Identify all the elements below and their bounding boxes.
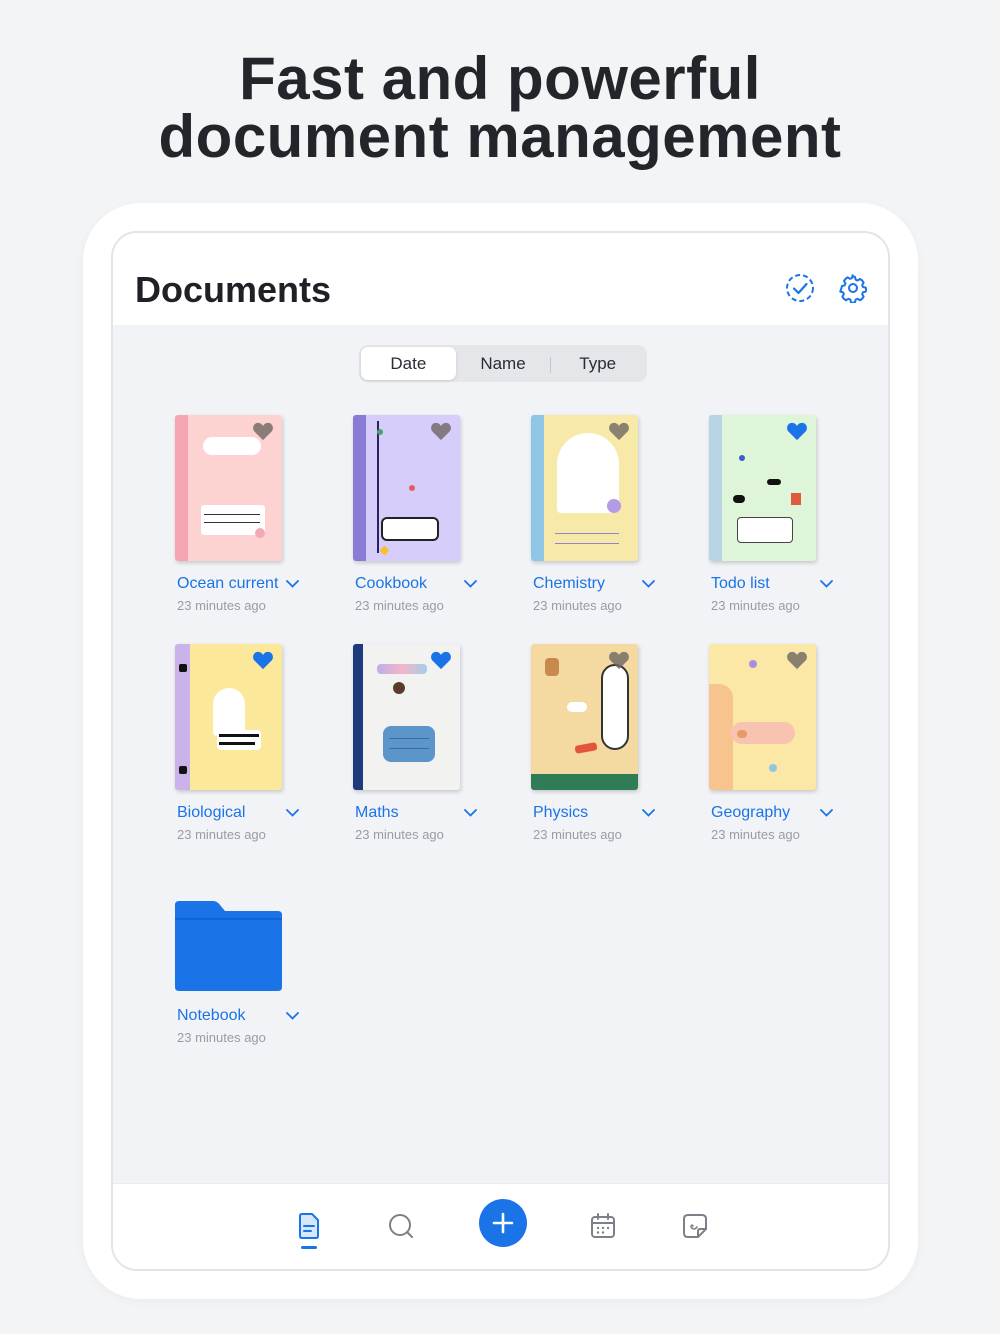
heart-icon[interactable] [252,650,274,670]
document-label-row: Physics [533,804,655,822]
headline: Fast and powerful document management [0,45,1000,170]
heart-icon[interactable] [252,421,274,441]
headline-line-2: document management [158,103,842,170]
page-title: Documents [135,269,332,310]
folder-label-row: Notebook [177,1007,299,1025]
chevron-down-icon[interactable] [285,806,299,820]
notebook-cover [353,415,460,561]
document-name[interactable]: Ocean current [177,575,278,593]
active-tab-indicator [301,1246,317,1249]
chevron-down-icon[interactable] [641,577,655,591]
document-timestamp: 23 minutes ago [533,598,622,613]
top-bar: Documents [113,233,888,325]
plus-icon [492,1212,514,1234]
chevron-down-icon[interactable] [285,1009,299,1023]
tab-stickers[interactable] [677,1208,713,1244]
search-icon [389,1214,413,1238]
document-timestamp: 23 minutes ago [355,598,444,613]
notebook-cover [531,644,638,790]
chevron-down-icon[interactable] [463,577,477,591]
document-timestamp: 23 minutes ago [711,598,800,613]
tab-documents[interactable] [291,1208,327,1244]
add-button[interactable] [479,1199,527,1247]
documents-icon [299,1213,319,1239]
gear-icon [839,274,868,303]
sort-segmented-control: Date Name Type [359,345,647,382]
chevron-down-icon[interactable] [819,577,833,591]
document-timestamp: 23 minutes ago [177,598,266,613]
notebook-cover [175,644,282,790]
sticker-icon [683,1214,707,1238]
heart-icon[interactable] [786,421,808,441]
heart-icon[interactable] [430,421,452,441]
tab-search[interactable] [383,1208,419,1244]
notebook-cover [709,644,816,790]
document-label-row: Biological [177,804,299,822]
document-label-row: Ocean current [177,575,299,593]
notebook-cover [709,415,816,561]
document-name[interactable]: Biological [177,804,245,822]
chevron-down-icon[interactable] [819,806,833,820]
chevron-down-icon[interactable] [285,577,299,591]
document-name[interactable]: Todo list [711,575,770,593]
chevron-down-icon[interactable] [463,806,477,820]
document-label-row: Maths [355,804,477,822]
notebook-cover [531,415,638,561]
sort-option-type[interactable]: Type [550,347,645,380]
tab-calendar[interactable] [585,1208,621,1244]
folder-timestamp: 23 minutes ago [177,1030,266,1045]
document-name[interactable]: Physics [533,804,588,822]
heart-icon[interactable] [430,650,452,670]
document-name[interactable]: Cookbook [355,575,427,593]
document-name[interactable]: Geography [711,804,790,822]
document-timestamp: 23 minutes ago [355,827,444,842]
heart-icon[interactable] [786,650,808,670]
notebook-cover [175,415,282,561]
chevron-down-icon[interactable] [641,806,655,820]
app-screen: Documents Date Name Type Ocean current 2… [111,231,890,1271]
folder-name[interactable]: Notebook [177,1007,246,1025]
document-timestamp: 23 minutes ago [533,827,622,842]
notebook-cover [353,644,460,790]
document-label-row: Chemistry [533,575,655,593]
select-button[interactable] [783,271,817,305]
document-label-row: Geography [711,804,833,822]
sort-option-name[interactable]: Name [456,347,551,380]
headline-line-1: Fast and powerful [239,45,761,112]
document-name[interactable]: Maths [355,804,399,822]
document-label-row: Todo list [711,575,833,593]
tab-bar [113,1183,888,1269]
document-timestamp: 23 minutes ago [711,827,800,842]
sort-option-date[interactable]: Date [361,347,456,380]
heart-icon[interactable] [608,650,630,670]
document-name[interactable]: Chemistry [533,575,605,593]
heart-icon[interactable] [608,421,630,441]
document-label-row: Cookbook [355,575,477,593]
settings-button[interactable] [836,271,870,305]
folder-icon [175,901,282,991]
document-timestamp: 23 minutes ago [177,827,266,842]
calendar-icon [591,1213,615,1238]
check-circle-dashed-icon [786,274,814,302]
